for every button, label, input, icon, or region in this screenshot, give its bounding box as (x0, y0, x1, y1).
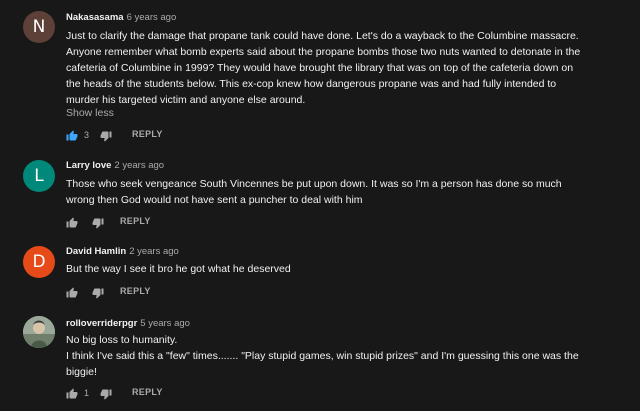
reply-button[interactable]: REPLY (120, 286, 151, 296)
like-icon[interactable] (66, 387, 78, 399)
comment-header: Larry love 2 years ago (66, 160, 164, 171)
like-icon[interactable] (66, 129, 78, 141)
comment-line: But the way I see it bro he got what he … (66, 263, 291, 275)
comment-time[interactable]: 5 years ago (140, 318, 190, 329)
comment-line: wrong then God would not have sent a pun… (66, 194, 363, 206)
like-icon[interactable] (66, 216, 78, 228)
comment-time[interactable]: 6 years ago (127, 12, 177, 23)
avatar-letter: L (34, 166, 44, 186)
avatar[interactable]: L (23, 160, 55, 192)
comment-header: David Hamlin 2 years ago (66, 246, 179, 257)
dislike-icon[interactable] (92, 216, 104, 229)
comment-header: Nakasasama 6 years ago (66, 12, 176, 23)
comment-text: Those who seek vengeance South Vincennes… (66, 176, 611, 208)
show-less-link[interactable]: Show less (66, 107, 114, 119)
comment-header: rolloverriderpgr 5 years ago (66, 318, 190, 329)
comment-line: biggie! (66, 366, 97, 378)
author-name[interactable]: rolloverriderpgr (66, 318, 137, 329)
avatar[interactable] (23, 316, 55, 348)
comment-time[interactable]: 2 years ago (114, 160, 164, 171)
comment-line: Those who seek vengeance South Vincennes… (66, 178, 562, 190)
comment-actions: 3 REPLY (66, 128, 266, 142)
dislike-icon[interactable] (92, 286, 104, 299)
reply-button[interactable]: REPLY (120, 216, 151, 226)
avatar-letter: N (32, 17, 46, 37)
comment-line: Just to clarify the damage that propane … (66, 30, 579, 42)
comment-actions: REPLY (66, 285, 266, 299)
author-name[interactable]: Nakasasama (66, 12, 124, 23)
avatar[interactable]: D (23, 246, 55, 278)
dislike-icon[interactable] (100, 387, 112, 400)
comment-line: Anyone remember what bomb experts said a… (66, 46, 581, 58)
comment-text: But the way I see it bro he got what he … (66, 261, 611, 277)
comment-line: the heads of the students below. This ex… (66, 78, 557, 90)
comment-line: No big loss to humanity. (66, 334, 178, 346)
reply-button[interactable]: REPLY (132, 387, 163, 397)
dislike-icon[interactable] (100, 129, 112, 142)
comment-actions: REPLY (66, 215, 266, 229)
reply-button[interactable]: REPLY (132, 129, 163, 139)
comment-line: cafeteria of Columbine in 1999? They wou… (66, 62, 574, 74)
comment-text: No big loss to humanity. I think I've sa… (66, 332, 611, 380)
avatar[interactable]: N (23, 11, 55, 43)
profile-photo-icon (23, 316, 55, 348)
comment-text: Just to clarify the damage that propane … (66, 28, 611, 108)
like-icon[interactable] (66, 286, 78, 298)
avatar-letter: D (32, 252, 46, 272)
comment-line: I think I've said this a "few" times....… (66, 350, 579, 362)
comment-line: murder his targeted victim and anyone el… (66, 94, 306, 106)
like-count: 3 (84, 130, 90, 140)
comment-time[interactable]: 2 years ago (129, 246, 179, 257)
like-count: 1 (84, 388, 90, 398)
comment-actions: 1 REPLY (66, 386, 266, 400)
author-name[interactable]: Larry love (66, 160, 111, 171)
author-name[interactable]: David Hamlin (66, 246, 126, 257)
